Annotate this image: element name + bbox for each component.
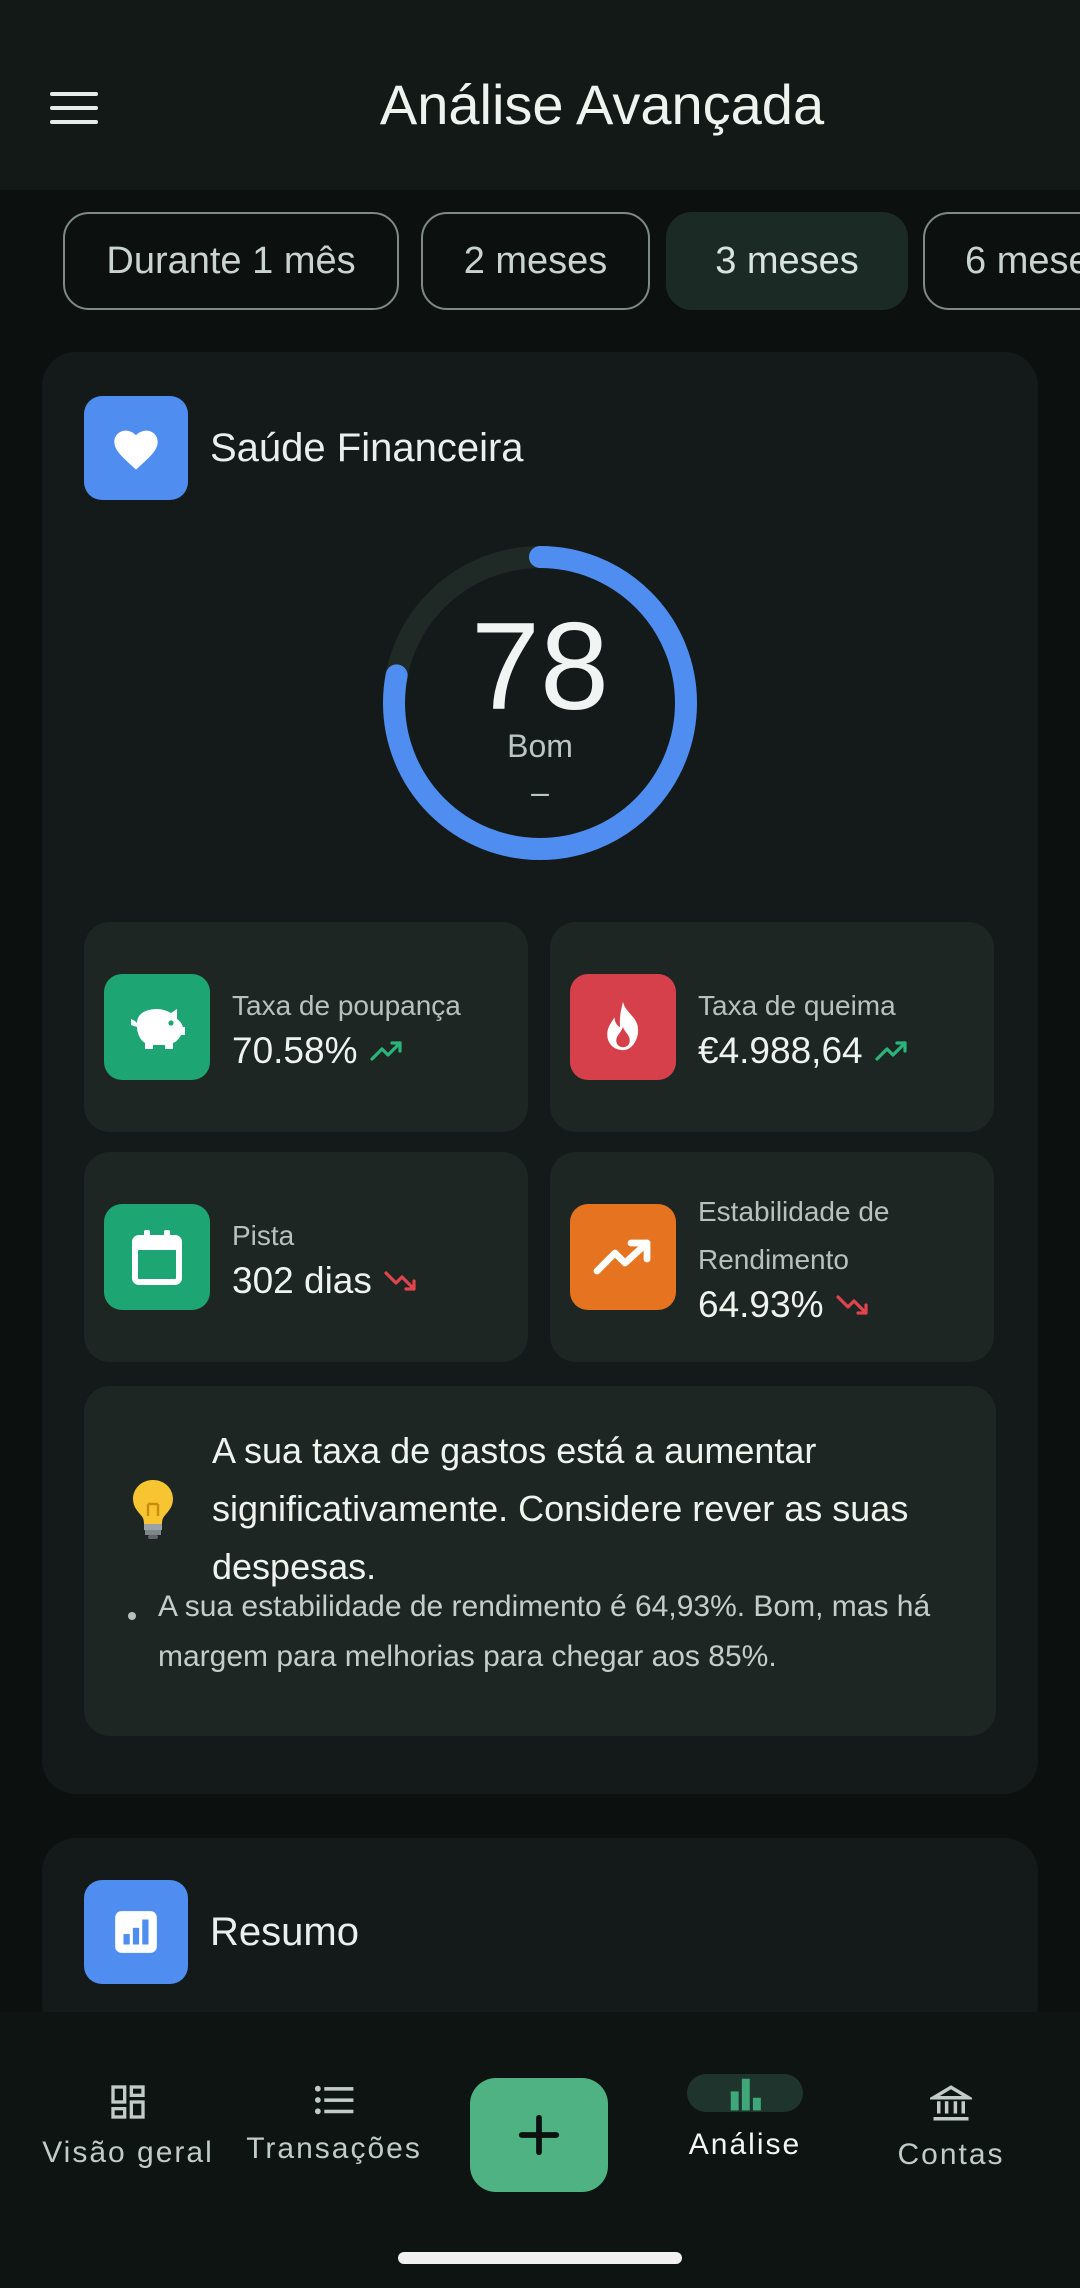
metric-burn-rate: Taxa de queima €4.988,64 (550, 922, 994, 1132)
page-title: Análise Avançada (379, 73, 825, 136)
metric-value: 302 dias (232, 1260, 372, 1301)
metric-label: Pista (232, 1220, 295, 1251)
insight-main-text: A sua taxa de gastos está a aumentar sig… (212, 1430, 909, 1587)
financial-health-card: Saúde Financeira 78 Bom – Taxa de poupan… (42, 352, 1038, 1794)
metric-savings-rate: Taxa de poupança 70.58% (84, 922, 528, 1132)
plus-icon (518, 2114, 560, 2156)
app-bar: Análise Avançada (0, 0, 1080, 190)
trend-down-icon (835, 1295, 868, 1315)
piggy-bank-icon (104, 974, 210, 1080)
calendar-icon (104, 1204, 210, 1310)
chip-2-months[interactable]: 2 meses (421, 212, 650, 310)
home-indicator[interactable] (398, 2252, 682, 2264)
insight-sub-text: A sua estabilidade de rendimento é 64,93… (158, 1590, 931, 1673)
trend-up-icon (369, 1041, 402, 1061)
nav-item-overview[interactable]: Visão geral (28, 2012, 228, 2169)
card-title: Saúde Financeira (210, 425, 524, 470)
chip-1-month[interactable]: Durante 1 mês (63, 212, 399, 310)
metric-value: 64.93% (698, 1284, 824, 1325)
nav-label: Visão geral (42, 2136, 214, 2169)
trending-up-icon (570, 1204, 676, 1310)
chip-6-months[interactable]: 6 meses (923, 212, 1080, 310)
health-score-trend: – (531, 774, 549, 810)
metric-runway: Pista 302 dias (84, 1152, 528, 1362)
trend-up-icon (875, 1041, 907, 1061)
metric-label: Taxa de poupança (232, 990, 461, 1021)
metric-label: Estabilidade de Rendimento (698, 1196, 890, 1275)
metric-label: Taxa de queima (698, 990, 896, 1021)
summary-card: Resumo (42, 1838, 1038, 2038)
metric-income-stability: Estabilidade de Rendimento 64.93% (550, 1152, 994, 1362)
chip-3-months[interactable]: 3 meses (666, 212, 908, 310)
bar-chart-icon (84, 1880, 188, 1984)
nav-label: Contas (897, 2138, 1005, 2171)
health-score-value: 78 (471, 598, 609, 736)
period-chip-row: Durante 1 mês 2 meses 3 meses 6 meses (0, 212, 1080, 314)
dashboard-icon (108, 2082, 148, 2122)
bank-icon (930, 2082, 972, 2124)
nav-item-accounts[interactable]: Contas (851, 2012, 1051, 2171)
add-transaction-button[interactable] (470, 2078, 608, 2192)
heart-icon (84, 396, 188, 500)
flame-icon (570, 974, 676, 1080)
trend-down-icon (384, 1271, 416, 1291)
lightbulb-icon (128, 1476, 178, 1553)
card-header: Resumo (84, 1880, 359, 1984)
metric-value: €4.988,64 (698, 1030, 863, 1071)
metric-value: 70.58% (232, 1030, 358, 1071)
insight-box: A sua taxa de gastos está a aumentar sig… (84, 1386, 996, 1736)
bullet-dot (128, 1612, 136, 1620)
health-score-rating: Bom (507, 728, 573, 764)
nav-label: Transações (246, 2132, 422, 2165)
nav-item-transactions[interactable]: Transações (234, 2012, 434, 2165)
health-score-gauge: 78 Bom – (375, 538, 705, 868)
nav-label: Análise (688, 2128, 802, 2161)
bottom-navigation: Visão geral Transações Análise Contas (0, 2012, 1080, 2288)
nav-item-analysis[interactable]: Análise (645, 2012, 845, 2162)
card-title: Resumo (210, 1909, 359, 1954)
card-header: Saúde Financeira (84, 396, 524, 500)
list-icon (313, 2082, 355, 2118)
analytics-icon (687, 2074, 803, 2112)
